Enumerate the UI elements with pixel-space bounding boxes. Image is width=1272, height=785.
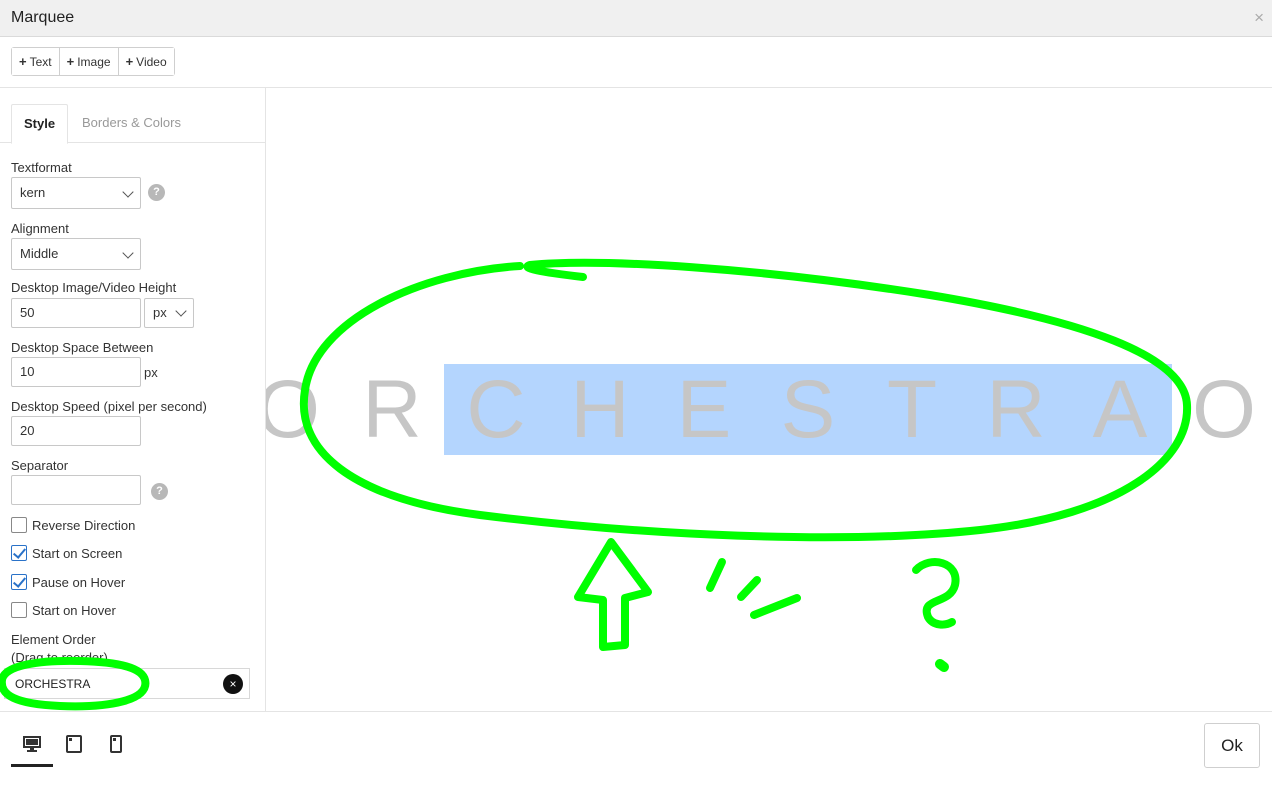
add-video-label: Video xyxy=(136,54,167,69)
space-label: Desktop Space Between xyxy=(11,340,154,355)
checkbox-unchecked[interactable] xyxy=(11,517,27,533)
mobile-icon[interactable] xyxy=(106,734,126,754)
settings-sidebar: Style Borders & Colors Textformat kern ?… xyxy=(0,88,266,711)
reverse-direction-label: Reverse Direction xyxy=(32,517,136,533)
textformat-value: kern xyxy=(20,185,46,200)
add-element-button-group: + Text + Image + Video xyxy=(11,47,175,76)
checkbox-checked[interactable] xyxy=(11,545,27,561)
help-icon[interactable]: ? xyxy=(151,483,168,500)
alignment-select[interactable]: Middle xyxy=(11,238,141,270)
space-unit: px xyxy=(144,365,158,380)
add-video-button[interactable]: + Video xyxy=(118,48,174,75)
help-icon[interactable]: ? xyxy=(148,184,165,201)
marquee-letter: H xyxy=(570,364,630,455)
speed-label: Desktop Speed (pixel per second) xyxy=(11,399,207,414)
add-image-button[interactable]: + Image xyxy=(59,48,119,75)
add-text-label: Text xyxy=(29,54,52,69)
height-label: Desktop Image/Video Height xyxy=(11,280,177,295)
element-order-item[interactable]: ORCHESTRA × xyxy=(4,668,250,699)
dialog-titlebar: Marquee × xyxy=(0,0,1272,37)
element-order-label: Element Order xyxy=(11,632,96,647)
desktop-icon[interactable] xyxy=(22,734,42,754)
chevron-down-icon xyxy=(122,247,134,259)
start-on-screen-checkbox[interactable]: Start on Screen xyxy=(11,545,122,561)
remove-icon[interactable]: × xyxy=(223,674,243,694)
marquee-letter: R xyxy=(986,364,1046,455)
add-image-label: Image xyxy=(77,54,111,69)
marquee-letter: S xyxy=(780,364,836,455)
marquee-letter: R xyxy=(362,364,422,455)
marquee-letter: O xyxy=(1192,364,1256,455)
height-unit-select[interactable]: px xyxy=(144,298,194,328)
marquee-letter: T xyxy=(886,364,938,455)
marquee-text: ORCHESTRAO xyxy=(266,363,1272,455)
tab-borders-colors[interactable]: Borders & Colors xyxy=(70,104,193,144)
close-icon[interactable]: × xyxy=(1254,8,1264,28)
ok-button[interactable]: Ok xyxy=(1204,723,1260,768)
space-input[interactable]: 10 xyxy=(11,357,141,387)
chevron-down-icon xyxy=(122,186,134,198)
speed-input[interactable]: 20 xyxy=(11,416,141,446)
plus-icon: + xyxy=(66,54,75,69)
marquee-letter: A xyxy=(1092,364,1148,455)
start-on-screen-label: Start on Screen xyxy=(32,545,123,561)
marquee-letter: C xyxy=(466,364,526,455)
separator-label: Separator xyxy=(11,458,69,473)
marquee-letter: O xyxy=(266,364,320,455)
tablet-icon[interactable] xyxy=(64,734,84,754)
element-order-item-label: ORCHESTRA xyxy=(15,677,91,691)
reverse-direction-checkbox[interactable]: Reverse Direction xyxy=(11,517,135,533)
separator-input[interactable] xyxy=(11,475,141,505)
textformat-select[interactable]: kern xyxy=(11,177,141,209)
dialog-title: Marquee xyxy=(11,9,75,26)
textformat-label: Textformat xyxy=(11,160,72,175)
active-device-indicator xyxy=(11,764,53,767)
pause-on-hover-checkbox[interactable]: Pause on Hover xyxy=(11,574,125,590)
marquee-letter: E xyxy=(676,364,732,455)
start-on-hover-label: Start on Hover xyxy=(32,602,116,618)
marquee-preview: ORCHESTRAO xyxy=(266,88,1272,711)
alignment-label: Alignment xyxy=(11,221,69,236)
height-input[interactable]: 50 xyxy=(11,298,141,328)
alignment-value: Middle xyxy=(20,246,59,261)
tab-style[interactable]: Style xyxy=(11,104,69,144)
dialog-footer: Ok xyxy=(0,711,1272,785)
checkbox-unchecked[interactable] xyxy=(11,602,27,618)
pause-on-hover-label: Pause on Hover xyxy=(32,574,126,590)
add-text-button[interactable]: + Text xyxy=(12,48,60,75)
plus-icon: + xyxy=(19,54,27,69)
plus-icon: + xyxy=(125,54,134,69)
start-on-hover-checkbox[interactable]: Start on Hover xyxy=(11,602,116,618)
height-unit-value: px xyxy=(153,305,167,320)
checkbox-checked[interactable] xyxy=(11,574,27,590)
element-order-sublabel: (Drag to reorder) xyxy=(11,650,108,665)
marquee-selection: CHESTRA xyxy=(444,364,1172,455)
toolbar: + Text + Image + Video xyxy=(0,37,1272,88)
settings-tabs: Style Borders & Colors xyxy=(0,88,265,144)
chevron-down-icon xyxy=(175,305,187,317)
